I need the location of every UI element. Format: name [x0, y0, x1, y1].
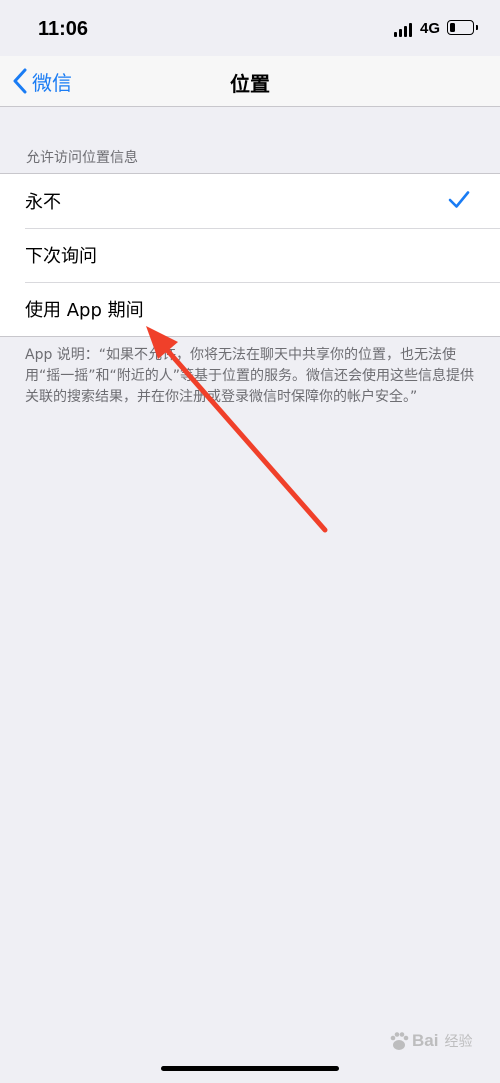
home-indicator: [161, 1066, 339, 1071]
battery-level: [450, 23, 455, 32]
network-type: 4G: [420, 20, 441, 37]
status-bar: 11:06 4G: [0, 0, 500, 56]
option-label: 使用 App 期间: [25, 300, 144, 321]
watermark-text: Bai: [412, 1031, 439, 1050]
option-label: 永不: [25, 192, 61, 213]
page-title: 位置: [230, 72, 270, 96]
section-header: 允许访问位置信息: [26, 150, 138, 166]
option-never[interactable]: 永不: [0, 174, 500, 228]
status-time: 11:06: [38, 18, 89, 40]
option-while-using-app[interactable]: 使用 App 期间: [0, 282, 500, 336]
baidu-watermark: Bai 经验: [388, 1030, 472, 1052]
battery-icon: [447, 20, 478, 35]
checkmark-icon: [448, 191, 470, 208]
watermark-subtext: 经验: [444, 1034, 473, 1050]
app-explanation-text: App 说明：“如果不允许，你将无法在聊天中共享你的位置，也无法使用“摇一摇”和…: [25, 347, 475, 405]
paw-logo-icon: [390, 1032, 409, 1050]
option-label: 下次询问: [25, 246, 97, 267]
option-ask-next-time[interactable]: 下次询问: [0, 228, 500, 282]
location-options-list: 永不 下次询问 使用 App 期间: [0, 173, 500, 337]
navigation-bar: 微信 位置: [0, 56, 500, 107]
cellular-signal-icon: [394, 21, 416, 37]
